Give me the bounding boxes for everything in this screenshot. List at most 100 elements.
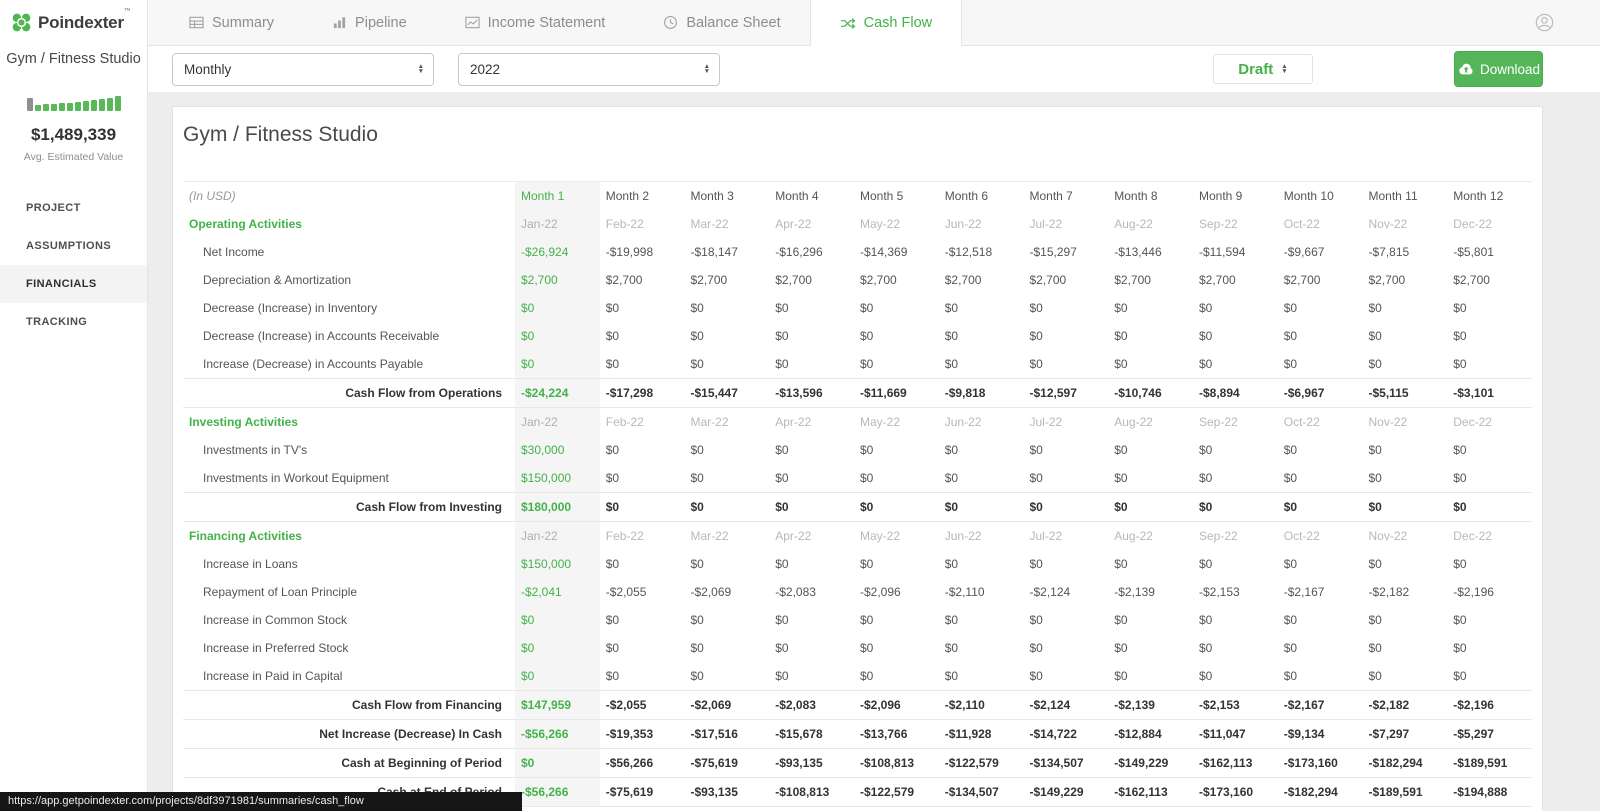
value-cell: -$19,998 bbox=[605, 245, 654, 259]
value-cell: -$8,894 bbox=[1199, 386, 1240, 400]
column-header: Month 8 bbox=[1114, 189, 1158, 203]
trademark-symbol: ™ bbox=[123, 7, 131, 15]
value-cell: -$17,298 bbox=[605, 386, 654, 400]
user-icon[interactable] bbox=[1535, 13, 1554, 37]
value-cell: $0 bbox=[1283, 471, 1298, 485]
value-cell: -$75,619 bbox=[690, 756, 738, 770]
tab-balance-sheet[interactable]: Balance Sheet bbox=[634, 0, 809, 45]
value-cell: Dec-22 bbox=[1453, 217, 1492, 231]
sparkline-bar bbox=[106, 98, 113, 111]
value-cell: $0 bbox=[775, 357, 789, 371]
value-cell: -$13,596 bbox=[775, 386, 823, 400]
value-cell: $0 bbox=[605, 669, 620, 683]
year-select[interactable]: 2022 ▲ ▼ bbox=[458, 52, 720, 86]
value-cell: $0 bbox=[860, 443, 874, 457]
sparkline-bar bbox=[42, 104, 49, 111]
value-cell: -$2,069 bbox=[690, 698, 732, 712]
row-label: Net Income bbox=[203, 245, 265, 259]
value-cell: -$15,447 bbox=[690, 386, 738, 400]
value-cell: Aug-22 bbox=[1114, 529, 1153, 543]
value-cell: $2,700 bbox=[860, 273, 897, 287]
value-cell: $0 bbox=[1453, 443, 1467, 457]
value-cell: Jan-22 bbox=[515, 521, 600, 550]
value-cell: Apr-22 bbox=[775, 415, 812, 429]
value-cell: $0 bbox=[690, 500, 704, 514]
value-cell: $0 bbox=[1029, 443, 1043, 457]
value-cell: $0 bbox=[605, 557, 620, 571]
value-cell: $0 bbox=[1199, 357, 1213, 371]
download-button[interactable]: Download bbox=[1454, 51, 1543, 87]
poindexter-logo[interactable]: Poindexter™ bbox=[0, 0, 147, 34]
value-cell: Feb-22 bbox=[605, 217, 644, 231]
value-cell: $30,000 bbox=[515, 436, 600, 464]
value-cell: -$9,134 bbox=[1283, 727, 1325, 741]
tab-income-statement[interactable]: Income Statement bbox=[436, 0, 635, 45]
value-cell: $0 bbox=[944, 557, 959, 571]
main-area: Summary Pipeline Income Statement Balanc… bbox=[148, 0, 1600, 811]
value-cell: $0 bbox=[690, 557, 704, 571]
value-cell: $0 bbox=[515, 606, 600, 634]
item-row: Net Income -$26,924 -$19,998 -$18,147 -$16,2… bbox=[183, 238, 1532, 266]
value-cell: $0 bbox=[1453, 613, 1467, 627]
item-row: Decrease (Increase) in Accounts Receivab… bbox=[183, 322, 1532, 350]
value-cell: $2,700 bbox=[1453, 273, 1490, 287]
value-cell: -$5,801 bbox=[1453, 245, 1494, 259]
value-cell: $2,700 bbox=[690, 273, 728, 287]
sidebar-item-project[interactable]: PROJECT bbox=[0, 189, 147, 227]
item-row: Decrease (Increase) in Inventory $0 $0 $0 $0… bbox=[183, 294, 1532, 322]
item-row: Increase in Paid in Capital $0 $0 $0 $0 $0 $0 $… bbox=[183, 662, 1532, 691]
value-cell: -$2,139 bbox=[1114, 585, 1155, 599]
value-cell: $0 bbox=[775, 443, 789, 457]
value-cell: $2,700 bbox=[944, 273, 982, 287]
sidebar-item-assumptions[interactable]: ASSUMPTIONS bbox=[0, 227, 147, 265]
value-cell: $0 bbox=[515, 662, 600, 691]
value-cell: $0 bbox=[860, 557, 874, 571]
row-label: Investing Activities bbox=[189, 415, 298, 429]
row-label: Decrease (Increase) in Accounts Receivab… bbox=[203, 329, 440, 343]
value-cell: -$173,160 bbox=[1283, 756, 1338, 770]
status-select[interactable]: Draft ▲ ▼ bbox=[1213, 54, 1313, 84]
value-cell: Jul-22 bbox=[1029, 529, 1063, 543]
value-cell: $0 bbox=[1199, 557, 1213, 571]
value-cell: $2,700 bbox=[1029, 273, 1067, 287]
value-cell: -$108,813 bbox=[860, 756, 915, 770]
value-cell: -$162,113 bbox=[1114, 785, 1168, 799]
value-cell: $0 bbox=[944, 669, 959, 683]
sidebar-item-tracking[interactable]: TRACKING bbox=[0, 303, 147, 341]
value-cell: -$189,591 bbox=[1368, 785, 1423, 799]
row-label: Cash Flow from Financing bbox=[351, 698, 502, 712]
value-cell: $0 bbox=[1283, 669, 1298, 683]
value-cell: $0 bbox=[1283, 613, 1298, 627]
tab-pipeline[interactable]: Pipeline bbox=[303, 0, 436, 45]
tab-cash-flow[interactable]: Cash Flow bbox=[809, 0, 963, 46]
sparkline-bar bbox=[90, 100, 97, 111]
value-cell: $0 bbox=[1283, 500, 1298, 514]
period-select[interactable]: Monthly ▲ ▼ bbox=[172, 52, 434, 86]
item-row: Increase in Preferred Stock $0 $0 $0 $0 $0 $0 $… bbox=[183, 634, 1532, 662]
value-cell: -$5,115 bbox=[1368, 386, 1409, 400]
value-cell: -$2,182 bbox=[1368, 698, 1410, 712]
sidebar-item-financials[interactable]: FINANCIALS bbox=[0, 265, 147, 303]
value-cell: $0 bbox=[1029, 557, 1043, 571]
value-cell: Jun-22 bbox=[944, 529, 982, 543]
value-cell: $0 bbox=[1368, 301, 1382, 315]
pipeline-bars-icon bbox=[332, 15, 347, 30]
value-cell: $0 bbox=[944, 443, 959, 457]
value-cell: $0 bbox=[1199, 500, 1213, 514]
value-cell: $0 bbox=[1114, 557, 1128, 571]
summary-grid-icon bbox=[189, 15, 204, 30]
tab-label: Pipeline bbox=[355, 14, 407, 31]
tab-summary[interactable]: Summary bbox=[160, 0, 303, 45]
unit-label: (In USD) bbox=[189, 189, 236, 203]
value-cell: $0 bbox=[1368, 471, 1382, 485]
value-cell: Aug-22 bbox=[1114, 217, 1153, 231]
value-cell: Mar-22 bbox=[690, 529, 729, 543]
value-cell: $0 bbox=[1199, 613, 1213, 627]
value-cell: $0 bbox=[1029, 613, 1043, 627]
sparkline-bar bbox=[34, 105, 41, 111]
value-cell: -$2,196 bbox=[1453, 585, 1494, 599]
value-cell: $0 bbox=[605, 301, 620, 315]
section-row: Investing Activities Jan-22 Feb-22 Mar-22 Ap… bbox=[183, 407, 1532, 436]
value-cell: $0 bbox=[860, 357, 874, 371]
value-cell: $0 bbox=[1029, 471, 1043, 485]
